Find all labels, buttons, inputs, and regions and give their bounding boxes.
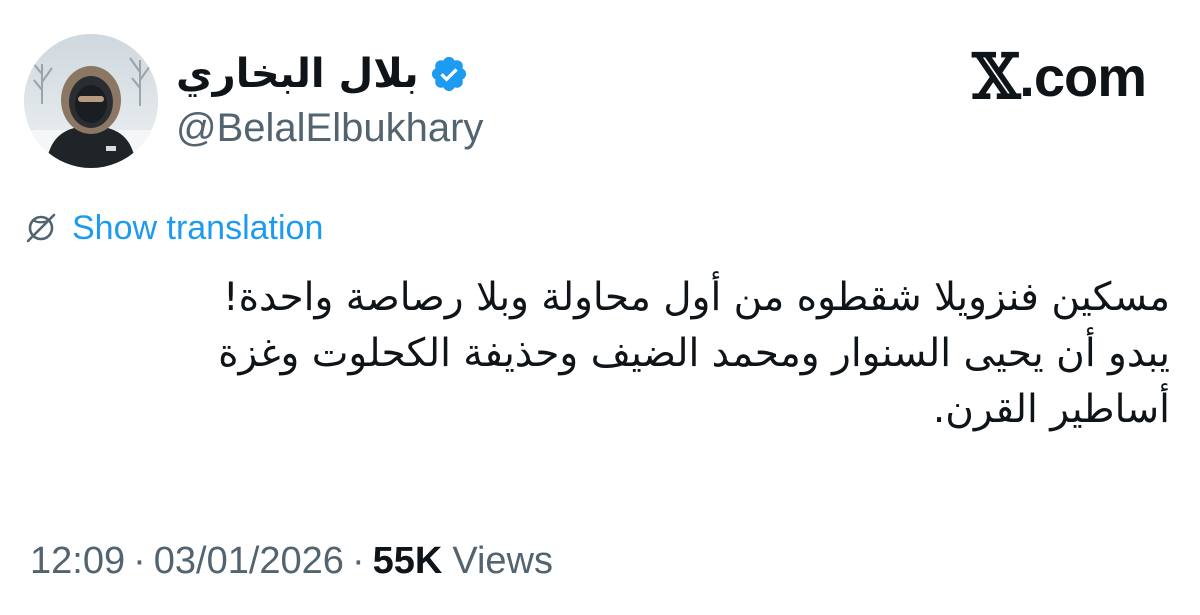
tweet-text-line-1: مسكين فنزويلا شقطوه من أول محاولة وبلا ر… — [222, 275, 1170, 320]
tweet-time[interactable]: 12:09 — [30, 540, 125, 583]
logo-suffix: .com — [1019, 45, 1147, 108]
tweet-meta: 12:09 · 03/01/2026 · 55K Views — [30, 540, 553, 583]
display-name-row[interactable]: بلال البخاري — [176, 46, 469, 102]
meta-separator: · — [133, 540, 146, 582]
views-label: Views — [452, 540, 553, 582]
globe-translate-icon — [24, 211, 58, 245]
author-avatar[interactable] — [24, 34, 158, 168]
tweet-date[interactable]: 03/01/2026 — [154, 540, 344, 583]
x-com-logo: 𝕏 .com — [972, 40, 1147, 113]
tweet-card: بلال البخاري @BelalElbukhary 𝕏 .com Show… — [0, 0, 1200, 615]
show-translation-label[interactable]: Show translation — [72, 209, 323, 248]
tweet-text: مسكين فنزويلا شقطوه من أول محاولة وبلا ر… — [24, 270, 1170, 438]
avatar-photo — [24, 34, 158, 168]
display-name[interactable]: بلال البخاري — [176, 54, 419, 94]
tweet-text-line-3: أساطير القرن. — [932, 387, 1170, 432]
show-translation-button[interactable]: Show translation — [24, 204, 323, 252]
author-handle[interactable]: @BelalElbukhary — [176, 104, 483, 152]
verified-badge-icon — [429, 54, 469, 94]
tweet-text-line-2: يبدو أن يحيى السنوار ومحمد الضيف وحذيفة … — [218, 331, 1170, 376]
views-count[interactable]: 55K — [373, 540, 443, 583]
meta-separator: · — [351, 540, 365, 582]
x-logo-icon: 𝕏 — [972, 40, 1020, 113]
